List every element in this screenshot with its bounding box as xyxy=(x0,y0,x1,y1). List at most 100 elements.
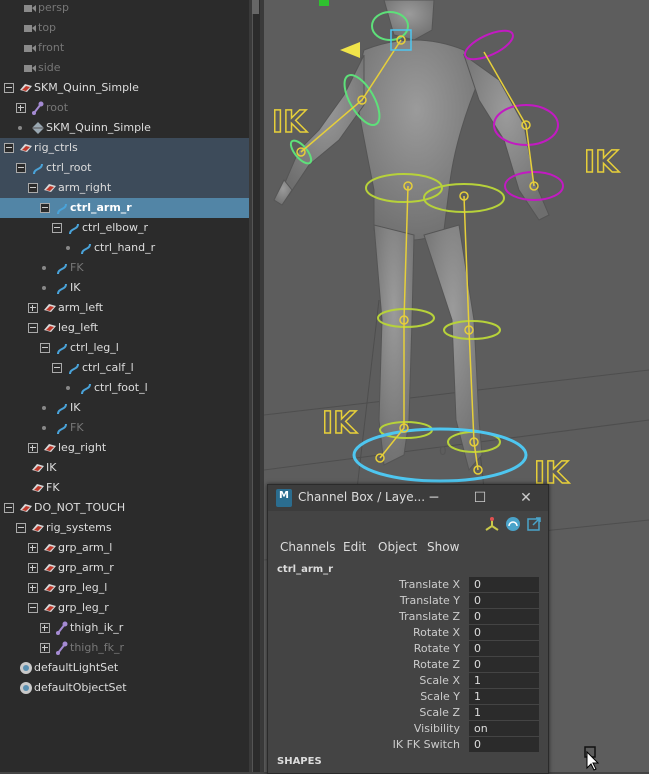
outliner-item[interactable]: grp_arm_r xyxy=(0,558,249,578)
channel-row[interactable]: Scale X 1 xyxy=(268,673,548,689)
channel-name[interactable]: Rotate Z xyxy=(413,658,460,671)
outliner-item[interactable]: thigh_fk_r xyxy=(0,638,249,658)
collapse-icon[interactable] xyxy=(16,163,26,173)
menu-object[interactable]: Object xyxy=(378,540,417,554)
channel-name[interactable]: Translate Y xyxy=(400,594,460,607)
outliner-item[interactable]: SKM_Quinn_Simple xyxy=(0,78,249,98)
outliner-item[interactable]: rig_systems xyxy=(0,518,249,538)
collapse-icon[interactable] xyxy=(52,223,62,233)
channel-row[interactable]: Scale Z 1 xyxy=(268,705,548,721)
expand-icon[interactable] xyxy=(28,543,38,553)
outliner-item[interactable]: grp_leg_r xyxy=(0,598,249,618)
outliner-item[interactable]: defaultObjectSet xyxy=(0,678,249,698)
channel-name[interactable]: Rotate Y xyxy=(414,642,460,655)
channel-value-field[interactable]: 0 xyxy=(469,625,539,640)
channel-box-titlebar[interactable]: M Channel Box / Laye... ─ ☐ ✕ xyxy=(268,485,548,511)
outliner-item[interactable]: persp xyxy=(0,0,249,18)
outliner-item[interactable]: DO_NOT_TOUCH xyxy=(0,498,249,518)
expand-icon[interactable] xyxy=(16,103,26,113)
channel-value-field[interactable]: 0 xyxy=(469,593,539,608)
channel-row[interactable]: IK FK Switch 0 xyxy=(268,737,548,753)
outliner-item[interactable]: thigh_ik_r xyxy=(0,618,249,638)
channel-name[interactable]: Visibility xyxy=(414,722,460,735)
collapse-icon[interactable] xyxy=(52,363,62,373)
collapse-icon[interactable] xyxy=(4,143,14,153)
channel-name[interactable]: Translate Z xyxy=(399,610,460,623)
outliner-item[interactable]: IK xyxy=(0,398,249,418)
outliner-item[interactable]: ctrl_calf_l xyxy=(0,358,249,378)
outliner-item[interactable]: ctrl_hand_r xyxy=(0,238,249,258)
outliner-item[interactable]: root xyxy=(0,98,249,118)
outliner-item[interactable]: ctrl_leg_l xyxy=(0,338,249,358)
scrollbar-thumb[interactable] xyxy=(252,0,259,14)
channel-name[interactable]: Scale X xyxy=(419,674,460,687)
channel-name[interactable]: Translate X xyxy=(399,578,460,591)
channel-row[interactable]: Translate X 0 xyxy=(268,577,548,593)
outliner-item[interactable]: leg_right xyxy=(0,438,249,458)
channel-row[interactable]: Translate Z 0 xyxy=(268,609,548,625)
channel-name[interactable]: Rotate X xyxy=(413,626,460,639)
outliner-item[interactable]: defaultLightSet xyxy=(0,658,249,678)
channel-row[interactable]: Rotate Z 0 xyxy=(268,657,548,673)
outliner-item[interactable]: grp_leg_l xyxy=(0,578,249,598)
expand-icon[interactable] xyxy=(40,643,50,653)
channel-row[interactable]: Visibility on xyxy=(268,721,548,737)
collapse-icon[interactable] xyxy=(4,83,14,93)
outliner-item[interactable]: IK xyxy=(0,458,249,478)
outliner-item[interactable]: arm_left xyxy=(0,298,249,318)
outliner-item[interactable]: top xyxy=(0,18,249,38)
speed-icon[interactable] xyxy=(505,516,521,532)
collapse-icon[interactable] xyxy=(40,343,50,353)
outliner-item[interactable]: ctrl_root xyxy=(0,158,249,178)
shapes-section-label[interactable]: SHAPES xyxy=(277,756,322,767)
channel-name[interactable]: Scale Z xyxy=(419,706,460,719)
popout-icon[interactable] xyxy=(526,516,542,532)
panel-splitter[interactable] xyxy=(249,0,264,772)
channel-row[interactable]: Translate Y 0 xyxy=(268,593,548,609)
collapse-icon[interactable] xyxy=(40,203,50,213)
channel-name[interactable]: Scale Y xyxy=(420,690,460,703)
outliner-item[interactable]: leg_left xyxy=(0,318,249,338)
outliner-item[interactable]: SKM_Quinn_Simple xyxy=(0,118,249,138)
outliner-scrollbar[interactable] xyxy=(252,0,260,772)
outliner-item[interactable]: side xyxy=(0,58,249,78)
collapse-icon[interactable] xyxy=(28,323,38,333)
channel-value-field[interactable]: 0 xyxy=(469,609,539,624)
close-button[interactable]: ✕ xyxy=(516,488,536,508)
outliner-item[interactable]: FK xyxy=(0,258,249,278)
channel-box-window[interactable]: M Channel Box / Laye... ─ ☐ ✕ Channels E… xyxy=(267,484,549,774)
outliner-item[interactable]: grp_arm_l xyxy=(0,538,249,558)
channel-value-field[interactable]: 0 xyxy=(469,641,539,656)
expand-icon[interactable] xyxy=(28,443,38,453)
outliner-item[interactable]: rig_ctrls xyxy=(0,138,249,158)
outliner-item[interactable]: arm_right xyxy=(0,178,249,198)
outliner-item[interactable]: FK xyxy=(0,478,249,498)
channel-row[interactable]: Rotate Y 0 xyxy=(268,641,548,657)
expand-icon[interactable] xyxy=(28,303,38,313)
minimize-button[interactable]: ─ xyxy=(424,488,444,508)
outliner-item[interactable]: front xyxy=(0,38,249,58)
channel-value-field[interactable]: 1 xyxy=(469,673,539,688)
collapse-icon[interactable] xyxy=(4,503,14,513)
expand-icon[interactable] xyxy=(28,583,38,593)
channel-value-field[interactable]: 1 xyxy=(469,689,539,704)
menu-edit[interactable]: Edit xyxy=(343,540,366,554)
channel-value-field[interactable]: on xyxy=(469,721,539,736)
outliner-item[interactable]: ctrl_elbow_r xyxy=(0,218,249,238)
outliner-item[interactable]: ctrl_arm_r xyxy=(0,198,249,218)
outliner-item[interactable]: IK xyxy=(0,278,249,298)
channel-value-field[interactable]: 0 xyxy=(469,577,539,592)
menu-channels[interactable]: Channels xyxy=(280,540,336,554)
outliner-item[interactable]: ctrl_foot_l xyxy=(0,378,249,398)
maximize-button[interactable]: ☐ xyxy=(470,488,490,508)
selected-object-name[interactable]: ctrl_arm_r xyxy=(277,564,333,575)
collapse-icon[interactable] xyxy=(28,183,38,193)
collapse-icon[interactable] xyxy=(16,523,26,533)
expand-icon[interactable] xyxy=(28,563,38,573)
menu-show[interactable]: Show xyxy=(427,540,459,554)
outliner-item[interactable]: FK xyxy=(0,418,249,438)
expand-icon[interactable] xyxy=(40,623,50,633)
collapse-icon[interactable] xyxy=(28,603,38,613)
manipulator-icon[interactable] xyxy=(484,516,500,532)
channel-row[interactable]: Rotate X 0 xyxy=(268,625,548,641)
